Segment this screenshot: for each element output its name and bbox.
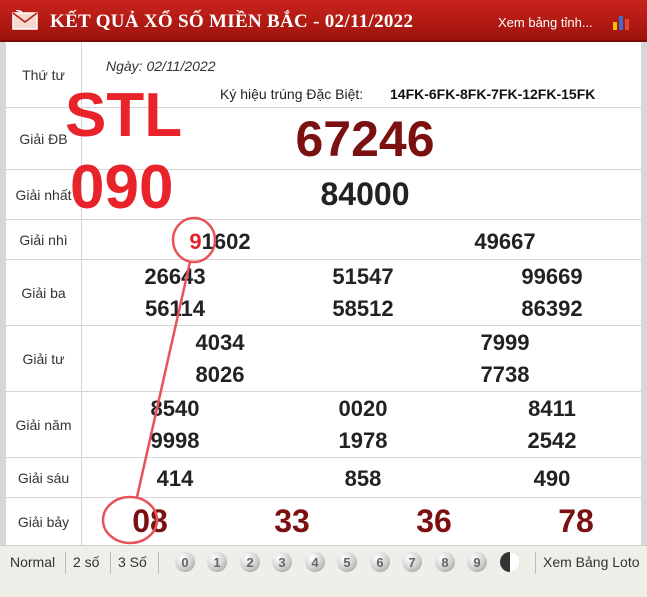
special-symbol-value: 14FK-6FK-8FK-7FK-12FK-15FK [390, 86, 596, 102]
prize-value-db: 67246 [295, 111, 435, 167]
prize-value-5-5: 2542 [527, 428, 577, 453]
prize-value-7-0: 08 [132, 503, 168, 539]
prize-value-5-3: 9998 [150, 428, 200, 453]
prize-value-7-1: 33 [274, 503, 310, 539]
prize-label-5: Giải năm [6, 392, 82, 457]
digit-ball-7[interactable]: 7 [402, 552, 422, 572]
highlight-rest: 1602 [201, 229, 251, 254]
prize-label-2: Giải nhì [6, 220, 82, 259]
digit-ball-9[interactable]: 9 [467, 552, 487, 572]
special-symbol-label: Ký hiệu trúng Đặc Biệt: [220, 86, 364, 102]
digit-ball-8[interactable]: 8 [435, 552, 455, 572]
prize-label-3: Giải ba [6, 260, 82, 325]
prize-value-6-1: 858 [344, 466, 382, 491]
prize-value-5-2: 8411 [528, 396, 576, 421]
prize-value-2-1: 49667 [474, 229, 536, 254]
prize-value-7-3: 78 [558, 503, 594, 539]
prize-value-4-0: 4034 [195, 330, 245, 355]
digit-ball-2[interactable]: 2 [240, 552, 260, 572]
yin-yang-icon[interactable] [500, 552, 520, 572]
digit-ball-1[interactable]: 1 [207, 552, 227, 572]
digit-ball-6[interactable]: 6 [370, 552, 390, 572]
prize-value-7-2: 36 [416, 503, 452, 539]
view-province-table-link[interactable]: Xem bảng tỉnh... [498, 15, 593, 30]
prize-value-4-2: 8026 [195, 362, 245, 387]
prize-value-4-1: 7999 [480, 330, 530, 355]
draw-date: Ngày: 02/11/2022 [106, 58, 216, 74]
footer-bar: Normal 2 số 3 Số 0 1 2 3 4 5 6 7 8 9 Xem… [0, 545, 647, 597]
highlight-digit: 9 [189, 229, 202, 254]
footer-divider [158, 552, 159, 574]
header-bar: KẾT QUẢ XỔ SỐ MIỀN BẮC - 02/11/2022 Xem … [0, 0, 647, 42]
digit-ball-0[interactable]: 0 [175, 552, 195, 572]
mail-icon [12, 10, 38, 30]
digit-ball-4[interactable]: 4 [305, 552, 325, 572]
prize-value-6-2: 490 [533, 466, 571, 491]
tab-2-digits[interactable]: 2 số [73, 554, 99, 570]
footer-divider [65, 552, 66, 574]
footer-divider [535, 552, 536, 574]
prize-value-4-3: 7738 [480, 362, 530, 387]
prize-value-3-1: 51547 [332, 264, 394, 289]
prize-value-3-3: 56114 [145, 296, 205, 321]
prize-value-3-0: 26643 [144, 264, 206, 289]
prize-label-4: Giải tư [6, 326, 82, 391]
digit-ball-5[interactable]: 5 [337, 552, 357, 572]
prize-value-2-0: 91602 [150, 229, 290, 255]
digit-ball-3[interactable]: 3 [272, 552, 292, 572]
tab-3-digits[interactable]: 3 Số [118, 554, 147, 570]
annotation-stl-text: STL [65, 81, 183, 150]
bar-chart-icon[interactable] [610, 10, 634, 30]
view-loto-table-link[interactable]: Xem Bảng Loto [543, 554, 640, 570]
prize-value-5-4: 1978 [338, 428, 388, 453]
prize-label-7: Giải bảy [6, 498, 82, 545]
tab-normal[interactable]: Normal [10, 554, 55, 570]
prize-value-5-1: 0020 [338, 396, 388, 421]
prize-value-3-5: 86392 [521, 296, 583, 321]
page-title: KẾT QUẢ XỔ SỐ MIỀN BẮC - 02/11/2022 [50, 11, 414, 32]
footer-divider [110, 552, 111, 574]
prize-value-1: 84000 [320, 176, 410, 212]
annotation-number-text: 090 [70, 153, 174, 222]
prize-value-5-0: 8540 [150, 396, 200, 421]
prize-value-6-0: 414 [156, 466, 194, 491]
prize-label-6: Giải sáu [6, 458, 82, 497]
prize-value-3-2: 99669 [521, 264, 583, 289]
prize-value-3-4: 58512 [332, 296, 394, 321]
